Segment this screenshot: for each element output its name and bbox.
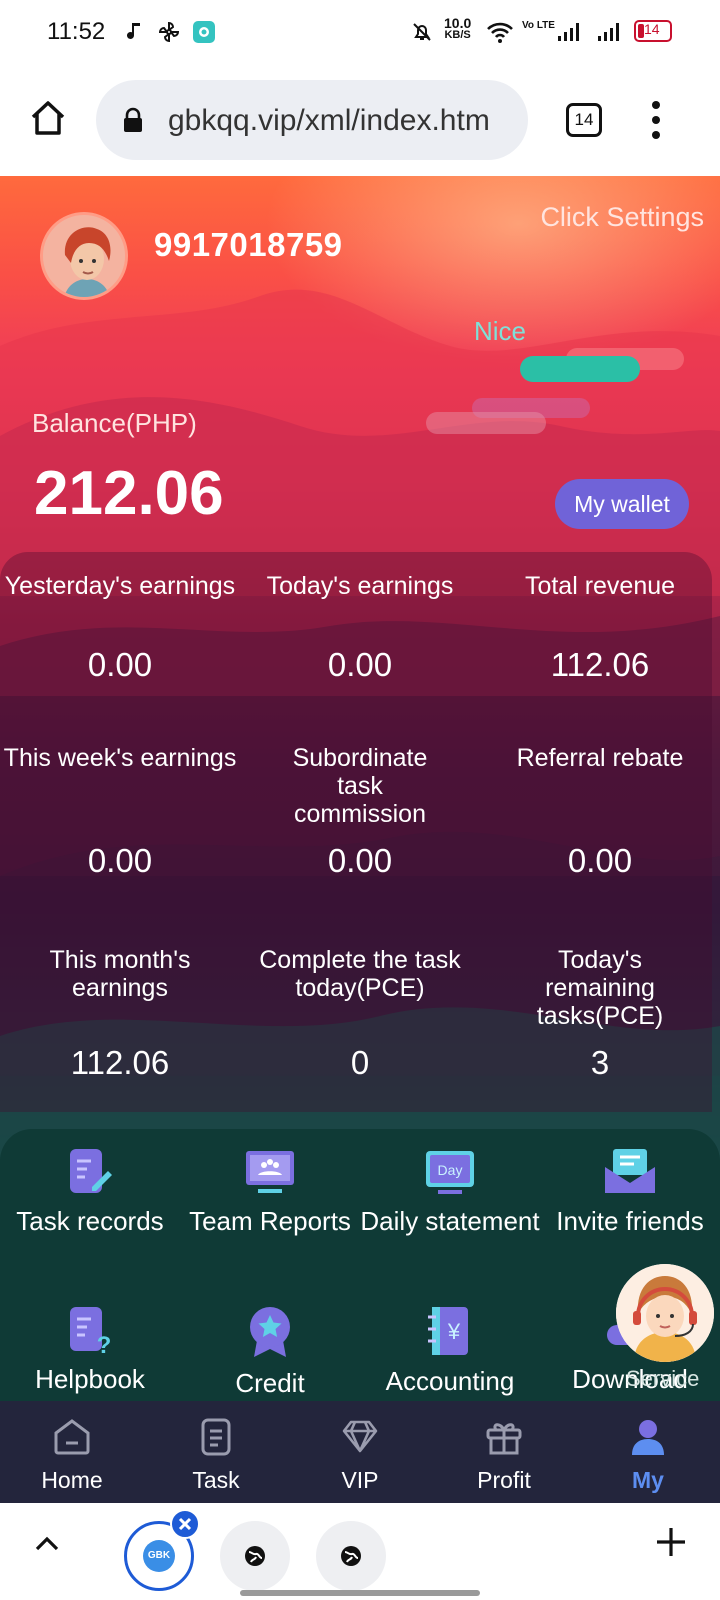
day-calendar-icon: Day (426, 1151, 474, 1194)
customer-service-button[interactable] (616, 1264, 714, 1362)
menu-task-records[interactable]: Task records (0, 1147, 180, 1235)
clock: 11:52 (47, 18, 106, 45)
document-edit-icon (70, 1149, 112, 1193)
stat-completed-tasks: Complete the task today(PCE) 0 (259, 946, 461, 1081)
stat-month-earnings: This month's earnings 112.06 (49, 946, 191, 1081)
plus-icon[interactable] (654, 1525, 688, 1559)
gesture-bar (240, 1590, 480, 1596)
close-tab-button[interactable] (170, 1509, 200, 1539)
avatar[interactable] (40, 212, 128, 300)
medal-icon (250, 1307, 290, 1357)
decor-pill (426, 412, 546, 434)
settings-link[interactable]: Click Settings (540, 202, 704, 233)
stat-referral-rebate: Referral rebate 0.00 (516, 744, 684, 879)
nice-label: Nice (474, 316, 527, 346)
globe-icon (245, 1546, 265, 1566)
signal-icon (558, 23, 579, 41)
service-label: Service (626, 1366, 700, 1391)
envelope-icon (605, 1149, 655, 1193)
username: 9917018759 (154, 226, 343, 263)
app-notification-icon (193, 21, 215, 43)
signal-icon-2 (598, 23, 619, 41)
menu-helpbook[interactable]: ? Helpbook (0, 1305, 180, 1393)
more-menu-icon[interactable] (650, 100, 662, 140)
menu-accounting[interactable]: ¥ Accounting (360, 1305, 540, 1395)
tab-switcher-button[interactable]: 14 (566, 103, 602, 137)
feature-menu: Task records Team Reports Day Daily stat… (0, 1129, 720, 1401)
earnings-stats-panel: Yesterday's earnings 0.00 Today's earnin… (0, 552, 712, 1112)
pinwheel-icon (158, 21, 180, 43)
stat-yesterday-earnings: Yesterday's earnings 0.00 (4, 572, 236, 683)
menu-credit[interactable]: Credit (180, 1305, 360, 1397)
team-monitor-icon (246, 1151, 294, 1193)
task-icon (201, 1418, 231, 1456)
my-wallet-button[interactable]: My wallet (555, 479, 689, 529)
decor-pill-teal (520, 356, 640, 382)
gift-icon (486, 1423, 522, 1455)
url-text: gbkqq.vip/xml/index.htm (168, 104, 490, 137)
bottom-navigation: Home Task VIP Profit My (0, 1401, 720, 1503)
nav-my[interactable]: My (576, 1401, 720, 1503)
network-speed: 10.0 KB/S (444, 15, 472, 41)
menu-invite-friends[interactable]: Invite friends (540, 1147, 720, 1235)
chevron-up-icon[interactable] (34, 1533, 60, 1553)
stat-subordinate-commission: Subordinate task commission 0.00 (292, 744, 428, 879)
headset-agent-icon (616, 1264, 714, 1362)
gbk-logo: GBK (143, 1540, 175, 1572)
menu-daily-statement[interactable]: Day Daily statement (360, 1147, 540, 1235)
browser-bottom-bar: GBK (0, 1503, 720, 1600)
nav-vip[interactable]: VIP (288, 1401, 432, 1503)
stat-total-revenue: Total revenue 112.06 (524, 572, 676, 683)
nav-task[interactable]: Task (144, 1401, 288, 1503)
balance-value: 212.06 (34, 459, 224, 528)
mute-bell-icon (413, 23, 431, 41)
wifi-icon (487, 22, 513, 43)
music-note-icon (127, 23, 140, 39)
volte-indicator: Vo LTE (522, 20, 555, 31)
menu-team-reports[interactable]: Team Reports (180, 1147, 360, 1235)
nav-profit[interactable]: Profit (432, 1401, 576, 1503)
tab-thumbnail-3[interactable] (316, 1521, 386, 1591)
diamond-icon (342, 1420, 378, 1453)
home-icon[interactable] (28, 98, 68, 138)
balance-label: Balance(PHP) (32, 408, 197, 438)
stat-week-earnings: This week's earnings 0.00 (3, 744, 237, 879)
help-book-icon: ? (70, 1307, 112, 1355)
svg-text:¥: ¥ (447, 1319, 461, 1344)
battery-icon: 14 (634, 20, 672, 42)
svg-text:Day: Day (438, 1162, 463, 1178)
nav-home[interactable]: Home (0, 1401, 144, 1503)
browser-toolbar: gbkqq.vip/xml/index.htm 14 (0, 64, 720, 176)
status-bar: 11:52 10.0 KB/S Vo LTE 14 (0, 0, 720, 64)
lock-icon (124, 107, 142, 132)
user-icon (632, 1420, 664, 1455)
ledger-icon: ¥ (428, 1307, 468, 1355)
globe-icon (341, 1546, 361, 1566)
tab-thumbnail-2[interactable] (220, 1521, 290, 1591)
stat-remaining-tasks: Today's remaining tasks(PCE) 3 (536, 946, 664, 1081)
close-icon (178, 1517, 192, 1531)
stat-today-earnings: Today's earnings 0.00 (266, 572, 454, 683)
profile-hero: 9917018759 Click Settings Nice Balance(P… (0, 176, 720, 1401)
address-bar[interactable]: gbkqq.vip/xml/index.htm (96, 80, 528, 160)
home-icon (54, 1419, 90, 1455)
svg-text:?: ? (97, 1332, 112, 1355)
